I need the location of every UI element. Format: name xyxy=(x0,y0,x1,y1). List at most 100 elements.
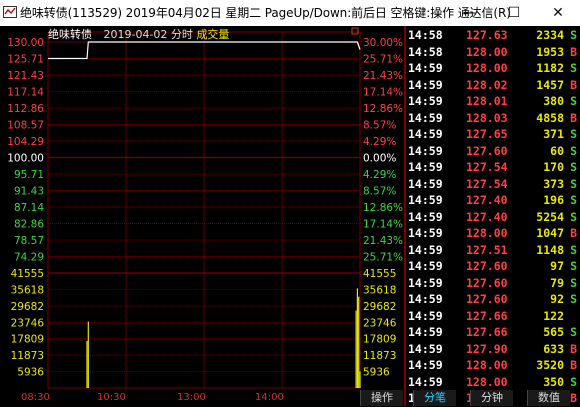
tick-price: 127.60 xyxy=(466,275,508,290)
volume-tick-label: 11873 xyxy=(11,350,44,362)
tick-volume: 170 xyxy=(543,160,564,174)
price-tick-label: 130.00 xyxy=(7,37,44,49)
tick-volume: 1047 xyxy=(536,226,564,240)
chart-corner-marker xyxy=(351,27,359,35)
tick-volume: 565 xyxy=(543,325,564,339)
tick-volume: 92 xyxy=(550,292,564,306)
pct-tick-label: 21.43% xyxy=(363,70,403,82)
volume-tick-label: 17809 xyxy=(11,334,44,346)
tick-price: 128.00 xyxy=(466,44,508,59)
tick-price: 127.90 xyxy=(466,341,508,356)
tick-row: 14:59 128.00 3520 B xyxy=(404,357,580,374)
volume-tick-label: 23746 xyxy=(11,317,45,329)
tick-time: 14:59 xyxy=(408,226,443,240)
tick-price: 127.54 xyxy=(466,176,508,191)
tick-direction: S xyxy=(570,143,577,158)
pct-tick-label: 12.86% xyxy=(363,103,403,115)
tick-direction: S xyxy=(570,259,577,273)
close-button[interactable]: ✕ xyxy=(536,0,580,26)
tab-minutes[interactable]: 分钟 xyxy=(470,390,513,406)
price-tick-label: 74.29 xyxy=(14,252,44,264)
tick-row: 14:59 127.60 60 S xyxy=(404,143,580,160)
tick-time: 14:59 xyxy=(408,193,443,207)
tick-price: 127.51 xyxy=(466,242,508,257)
pct-tick-label: 8.57% xyxy=(363,186,396,198)
tick-direction: S xyxy=(570,275,577,290)
tick-direction: S xyxy=(570,193,577,207)
tick-volume: 5254 xyxy=(536,209,564,224)
price-tick-label: 104.29 xyxy=(7,136,44,148)
tick-row: 14:59 127.54 170 S xyxy=(404,159,580,176)
tick-direction: S xyxy=(570,127,577,141)
minimize-button[interactable]: — xyxy=(448,0,492,26)
app-icon xyxy=(3,6,17,18)
chart-date: 2019-04-02 xyxy=(103,28,168,41)
tick-row: 14:59 127.40 5254 S xyxy=(404,209,580,226)
price-tick-label: 87.14 xyxy=(14,202,44,214)
tick-price: 127.40 xyxy=(466,209,508,224)
tick-price: 127.60 xyxy=(466,143,508,158)
tick-price: 127.60 xyxy=(466,292,508,306)
tick-volume: 3520 xyxy=(536,358,564,372)
tick-time: 14:59 xyxy=(408,77,443,92)
time-label: 14:00 xyxy=(255,392,284,403)
chart-canvas: 130.00 30.00% 125.71 25.71% 121.43 21.43% 117.… xyxy=(7,27,403,389)
tick-time: 14:58 xyxy=(408,28,443,42)
tick-price: 128.02 xyxy=(466,77,508,92)
tick-volume: 1182 xyxy=(536,61,564,75)
tick-price: 128.00 xyxy=(466,358,508,372)
tick-volume: 371 xyxy=(543,127,564,141)
tick-row: 14:59 128.03 4858 B xyxy=(404,110,580,127)
tick-price: 127.54 xyxy=(466,160,508,174)
time-label: 10:30 xyxy=(97,392,126,403)
pct-tick-label: 17.14% xyxy=(363,219,403,231)
tab-operate[interactable]: 操作 xyxy=(360,390,403,406)
tick-time: 14:59 xyxy=(408,160,443,174)
tick-volume: 1148 xyxy=(536,242,564,257)
tick-row: 14:59 128.00 350 S xyxy=(404,374,580,391)
tick-time: 14:59 xyxy=(408,308,443,323)
price-tick-label: 121.43 xyxy=(7,70,44,82)
time-label: 08:30 xyxy=(21,392,50,403)
tick-time: 14:59 xyxy=(408,374,443,389)
volume-label: 成交量 xyxy=(196,28,230,41)
intraday-chart[interactable]: 130.00 30.00% 125.71 25.71% 121.43 21.43% 117.… xyxy=(0,26,404,392)
tick-price: 128.00 xyxy=(466,226,508,240)
tick-row: 14:59 127.90 633 B xyxy=(404,341,580,358)
tick-direction: S xyxy=(570,160,577,174)
tick-direction: S xyxy=(570,292,577,306)
tick-row: 14:58 128.00 1953 B xyxy=(404,44,580,61)
tick-volume: 4858 xyxy=(536,110,564,125)
tick-row: 14:59 127.60 79 S xyxy=(404,275,580,292)
tick-row: 14:59 127.51 1148 S xyxy=(404,242,580,259)
title-bar: 绝味转债(113529) 2019年04月02日 星期二 PageUp/Down… xyxy=(0,0,580,26)
tick-price: 127.66 xyxy=(466,308,508,323)
tick-direction: S xyxy=(570,61,577,75)
tick-time: 14:59 xyxy=(408,341,443,356)
pct-tick-label: 4.29% xyxy=(363,169,396,181)
tick-row: 14:59 127.60 97 S xyxy=(404,258,580,275)
price-tick-label: 91.43 xyxy=(14,186,44,198)
tick-time: 14:59 xyxy=(408,209,443,224)
price-tick-label: 100.00 xyxy=(7,153,44,165)
tick-volume: 633 xyxy=(543,341,564,356)
tick-volume: 60 xyxy=(550,143,564,158)
volume-tick-label: 17809 xyxy=(363,334,396,346)
pct-tick-label: 17.14% xyxy=(363,87,403,99)
tick-time: 14:59 xyxy=(408,259,443,273)
tick-list[interactable]: 14:58 127.63 2334 S 14:58 128.00 1953 B 14:59 128… xyxy=(404,26,580,405)
tick-price: 128.01 xyxy=(466,94,508,108)
maximize-button[interactable]: ☐ xyxy=(492,0,536,26)
tick-direction: S xyxy=(570,209,577,224)
tab-values[interactable]: 数值 xyxy=(527,390,570,406)
volume-tick-label: 11873 xyxy=(363,350,396,362)
tab-ticks[interactable]: 分笔 xyxy=(413,390,456,406)
tick-volume: 373 xyxy=(543,176,564,191)
tick-price: 127.63 xyxy=(466,28,508,42)
tick-time: 14:59 xyxy=(408,242,443,257)
tick-row: 14:59 127.66 565 S xyxy=(404,324,580,341)
tick-price: 127.65 xyxy=(466,127,508,141)
window-title: 绝味转债(113529) 2019年04月02日 星期二 PageUp/Down… xyxy=(20,6,511,20)
volume-tick-label: 23746 xyxy=(363,317,397,329)
tick-direction: B xyxy=(570,358,577,372)
